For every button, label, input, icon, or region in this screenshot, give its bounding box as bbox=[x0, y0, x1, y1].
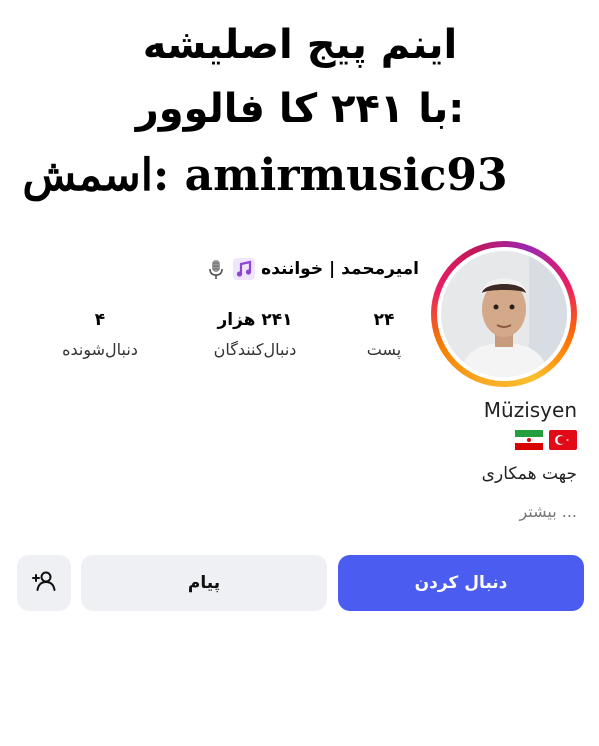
bio-line: جهت همکاری bbox=[481, 464, 577, 484]
followers-label: دنبال‌کنندگان bbox=[213, 340, 297, 359]
profile-name-line: امیرمحمد | خواننده bbox=[205, 258, 419, 280]
caption-line-3: اسمش: amirmusic93 bbox=[22, 150, 508, 201]
avatar-story-ring[interactable] bbox=[431, 241, 577, 387]
posts-count: ۲۴ bbox=[373, 310, 395, 330]
following-label: دنبال‌شونده bbox=[62, 340, 138, 359]
avatar-photo bbox=[441, 251, 567, 377]
bio-flags bbox=[515, 430, 577, 454]
add-person-icon bbox=[31, 569, 57, 598]
iran-flag-icon bbox=[515, 430, 543, 454]
posts-label: پست bbox=[366, 340, 402, 359]
music-note-icon bbox=[233, 258, 256, 280]
bio-more-link[interactable]: ... بیشتر bbox=[519, 502, 577, 521]
followers-stat[interactable]: ۲۴۱ هزار دنبال‌کنندگان bbox=[190, 310, 320, 359]
message-button[interactable]: پیام bbox=[81, 555, 327, 611]
suggested-accounts-button[interactable] bbox=[17, 555, 71, 611]
following-stat[interactable]: ۴ دنبال‌شونده bbox=[40, 310, 160, 359]
caption-line-1: اینم پیج اصلیشه bbox=[142, 22, 458, 68]
caption-line-2: با ۲۴۱ کا فالوور: bbox=[135, 86, 465, 132]
avatar[interactable] bbox=[441, 251, 567, 377]
following-count: ۴ bbox=[94, 310, 106, 330]
bio-category: Müzisyen bbox=[483, 398, 577, 422]
followers-count: ۲۴۱ هزار bbox=[217, 310, 293, 330]
microphone-icon bbox=[205, 258, 227, 280]
posts-stat: ۲۴ پست bbox=[349, 310, 419, 359]
follow-button[interactable]: دنبال کردن bbox=[338, 555, 584, 611]
turkey-flag-icon bbox=[549, 430, 577, 454]
profile-display-name: امیرمحمد | خواننده bbox=[261, 259, 419, 279]
